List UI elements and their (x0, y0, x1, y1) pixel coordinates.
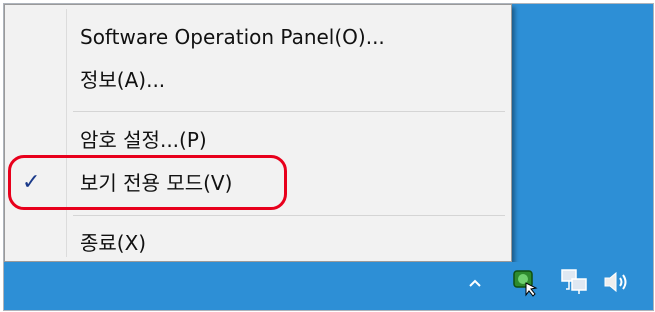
scanner-tray-icon[interactable] (507, 264, 541, 298)
menu-item-label: 암호 설정...(P) (80, 128, 207, 152)
menu-item-password-settings[interactable]: 암호 설정...(P) (8, 120, 508, 160)
menu-item-label: 정보(A)... (80, 68, 166, 92)
desktop-screen: Software Operation Panel(O)... 정보(A)... … (3, 3, 654, 311)
menu-separator (73, 215, 505, 216)
menu-item-label: Software Operation Panel(O)... (80, 25, 385, 49)
network-icon[interactable] (557, 266, 591, 298)
menu-item-info[interactable]: 정보(A)... (8, 60, 508, 100)
context-menu: Software Operation Panel(O)... 정보(A)... … (4, 4, 512, 262)
menu-item-label: 종료(X) (80, 231, 147, 255)
menu-separator (73, 111, 505, 112)
chevron-up-icon[interactable] (466, 274, 484, 292)
speaker-icon[interactable] (600, 268, 634, 296)
highlight-annotation (8, 155, 287, 210)
menu-item-software-operation-panel[interactable]: Software Operation Panel(O)... (8, 17, 508, 57)
taskbar (4, 262, 653, 310)
menu-item-exit[interactable]: 종료(X) (8, 223, 508, 263)
